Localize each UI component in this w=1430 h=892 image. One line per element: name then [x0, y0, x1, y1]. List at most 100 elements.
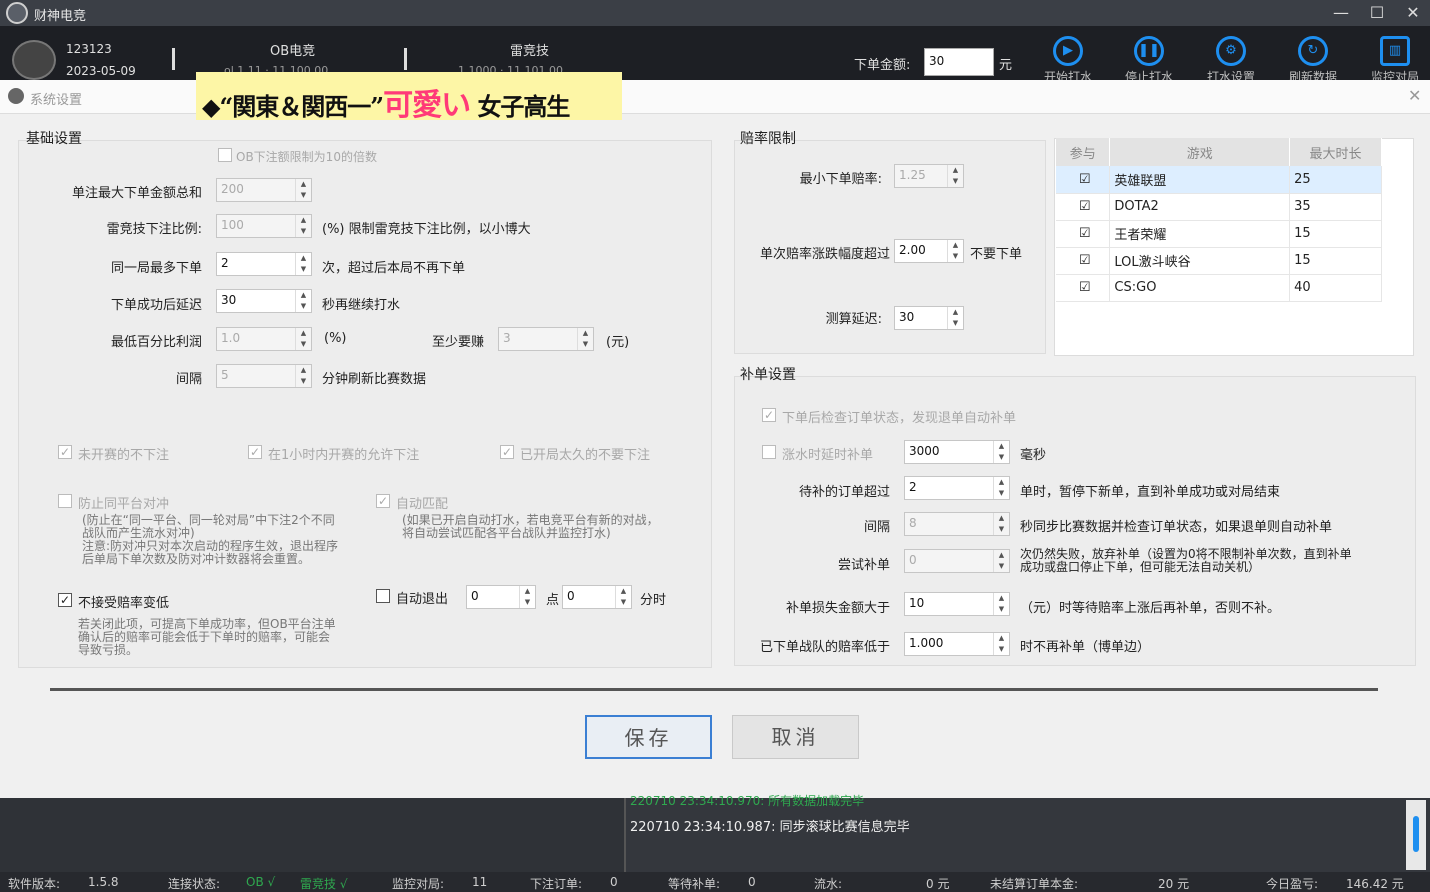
anti-same-label: 防止同平台对冲 — [78, 497, 170, 512]
game-max[interactable]: 35 — [1289, 193, 1382, 221]
pending-input[interactable]: 2 ▲ ▼ — [904, 476, 1010, 500]
table-row[interactable]: ☑ LOL激斗峡谷 15 — [1056, 247, 1382, 275]
profit-label: 今日盈亏: — [1266, 877, 1319, 891]
too-long-checkbox[interactable]: ✓ — [500, 445, 514, 459]
table-row[interactable]: ☑ DOTA2 35 — [1056, 193, 1382, 221]
low-odds-input[interactable]: 1.000 ▲ ▼ — [904, 632, 1010, 656]
col-header: 最大时长 — [1289, 138, 1382, 166]
stop-button[interactable]: ❚❚ 停止打水 — [1116, 36, 1182, 84]
ratio-input[interactable]: 100 ▲ ▼ — [216, 214, 312, 238]
game-checkbox[interactable]: ☑ — [1056, 274, 1111, 302]
order-amount-input[interactable]: 30 — [924, 48, 994, 76]
swing-note: 不要下单 — [970, 247, 1023, 262]
table-row[interactable]: ☑ 王者荣耀 15 — [1056, 220, 1382, 248]
game-max[interactable]: 15 — [1289, 247, 1382, 275]
interval-note: 分钟刷新比赛数据 — [322, 372, 427, 387]
title-bar: 财神电竞 — ☐ ✕ — [0, 0, 1430, 26]
max-total-input[interactable]: 200 ▲ ▼ — [216, 178, 312, 202]
max-total-label: 单注最大下单金额总和 — [71, 186, 202, 201]
settings-button[interactable]: ⚙ 打水设置 — [1198, 36, 1264, 84]
spin-arrows-icon: ▲ ▼ — [993, 513, 1009, 535]
within-hour-checkbox[interactable]: ✓ — [248, 445, 262, 459]
refresh-button[interactable]: ↻ 刷新数据 — [1280, 36, 1346, 84]
calc-delay-input[interactable]: 30 ▲ ▼ — [894, 306, 964, 330]
log-line: 220710 23:34:10.970: 所有数据加载完毕 — [630, 794, 865, 808]
too-long-label: 已开局太久的不要下注 — [520, 448, 651, 463]
divider — [172, 48, 175, 70]
check-order-checkbox[interactable]: ✓ — [762, 408, 776, 422]
auto-match-note: (如果已开启自动打水，若电竞平台有新的对战，将自动尝试匹配各平台战队并监控打水) — [402, 513, 659, 540]
minimize-button[interactable]: — — [1326, 2, 1356, 24]
auto-match-checkbox[interactable]: ✓ — [376, 494, 390, 508]
no-change-label: 不接受赔率变低 — [78, 596, 170, 611]
pending-label: 待补的订单超过 — [798, 485, 890, 500]
unstarted-checkbox[interactable]: ✓ — [58, 445, 72, 459]
max-same-input[interactable]: 2 ▲ ▼ — [216, 252, 312, 276]
banner-prefix: ◆“関東＆関西一” — [202, 92, 384, 121]
loss-input[interactable]: 10 ▲ ▼ — [904, 592, 1010, 616]
spin-arrows-icon: ▲ ▼ — [295, 365, 311, 387]
no-change-checkbox[interactable]: ✓ — [58, 593, 72, 607]
ob-multiple-label: OB下注额限制为10的倍数 — [236, 150, 377, 164]
min-earn-unit: (元) — [606, 335, 630, 350]
window-close-button[interactable]: ✕ — [1398, 2, 1428, 24]
dialog-logo-icon — [8, 88, 24, 104]
table-row[interactable]: ☑ 英雄联盟 25 — [1056, 166, 1382, 194]
auto-exit-minute-input[interactable]: 0 ▲ ▼ — [562, 585, 632, 609]
min-odds-input[interactable]: 1.25 ▲ ▼ — [894, 164, 964, 188]
interval-input[interactable]: 5 ▲ ▼ — [216, 364, 312, 388]
game-name: DOTA2 — [1109, 193, 1291, 221]
game-max[interactable]: 25 — [1289, 166, 1382, 194]
dialog-close-button[interactable]: ✕ — [1408, 86, 1421, 105]
spin-arrows-icon: ▲ ▼ — [295, 328, 311, 350]
game-checkbox[interactable]: ☑ — [1056, 247, 1111, 275]
delay-input[interactable]: 30 ▲ ▼ — [216, 289, 312, 313]
unstarted-label: 未开赛的不下注 — [78, 448, 170, 463]
log-scrollbar[interactable] — [1406, 800, 1426, 870]
separator — [50, 688, 1378, 691]
game-checkbox[interactable]: ☑ — [1056, 220, 1111, 248]
swing-label: 单次赔率涨跌幅度超过 — [759, 247, 890, 262]
spin-arrows-icon: ▲ ▼ — [993, 441, 1009, 463]
spin-arrows-icon: ▲ ▼ — [947, 165, 963, 187]
amount-unit: 元 — [999, 58, 1013, 73]
anti-same-checkbox[interactable] — [58, 494, 72, 508]
fill-interval-input[interactable]: 8 ▲ ▼ — [904, 512, 1010, 536]
delay-fill-checkbox[interactable] — [762, 445, 776, 459]
cancel-button[interactable]: 取消 — [732, 715, 859, 759]
fill-interval-note: 秒同步比赛数据并检查订单状态，如果退单则自动补单 — [1020, 520, 1333, 535]
basic-settings-title: 基础设置 — [26, 131, 82, 147]
auto-exit-hour-input[interactable]: 0 ▲ ▼ — [466, 585, 536, 609]
no-change-note: 若关闭此项，可提高下单成功率，但OB平台注单确认后的赔率可能会低于下单时的赔率，… — [78, 617, 336, 657]
auto-exit-label: 自动退出 — [396, 592, 449, 607]
maximize-button[interactable]: ☐ — [1362, 2, 1392, 24]
log-left-pane — [0, 798, 624, 872]
spin-arrows-icon: ▲ ▼ — [947, 240, 963, 262]
auto-exit-checkbox[interactable] — [376, 589, 390, 603]
ratio-label: 雷竞技下注比例: — [106, 222, 202, 237]
delay-ms-input[interactable]: 3000 ▲ ▼ — [904, 440, 1010, 464]
game-checkbox[interactable]: ☑ — [1056, 193, 1111, 221]
ob-multiple-checkbox[interactable] — [218, 148, 232, 162]
game-max[interactable]: 15 — [1289, 220, 1382, 248]
scrollbar-thumb[interactable] — [1413, 816, 1419, 852]
min-earn-input[interactable]: 3 ▲ ▼ — [498, 327, 594, 351]
start-button[interactable]: ▶ 开始打水 — [1035, 36, 1101, 84]
monitor-button[interactable]: ▥ 监控对局 — [1362, 36, 1428, 84]
fill-interval-label: 间隔 — [863, 520, 890, 535]
monitor-label: 监控对局: — [392, 877, 445, 891]
banner-highlight: 可愛い — [383, 88, 471, 123]
game-max[interactable]: 40 — [1289, 274, 1382, 302]
try-input[interactable]: 0 ▲ ▼ — [904, 549, 1010, 573]
games-table: 参与 游戏 最大时长 ☑ 英雄联盟 25 ☑ DOTA2 35 ☑ 王者荣耀 1… — [1056, 138, 1382, 302]
min-profit-input[interactable]: 1.0 ▲ ▼ — [216, 327, 312, 351]
spin-arrows-icon: ▲ ▼ — [295, 179, 311, 201]
table-row[interactable]: ☑ CS:GO 40 — [1056, 274, 1382, 302]
spin-arrows-icon: ▲ ▼ — [577, 328, 593, 350]
game-checkbox[interactable]: ☑ — [1056, 166, 1111, 194]
gear-icon: ⚙ — [1216, 36, 1246, 66]
version-value: 1.5.8 — [88, 875, 119, 889]
swing-input[interactable]: 2.00 ▲ ▼ — [894, 239, 964, 263]
max-same-label: 同一局最多下单 — [110, 261, 202, 276]
save-button[interactable]: 保存 — [585, 715, 712, 759]
